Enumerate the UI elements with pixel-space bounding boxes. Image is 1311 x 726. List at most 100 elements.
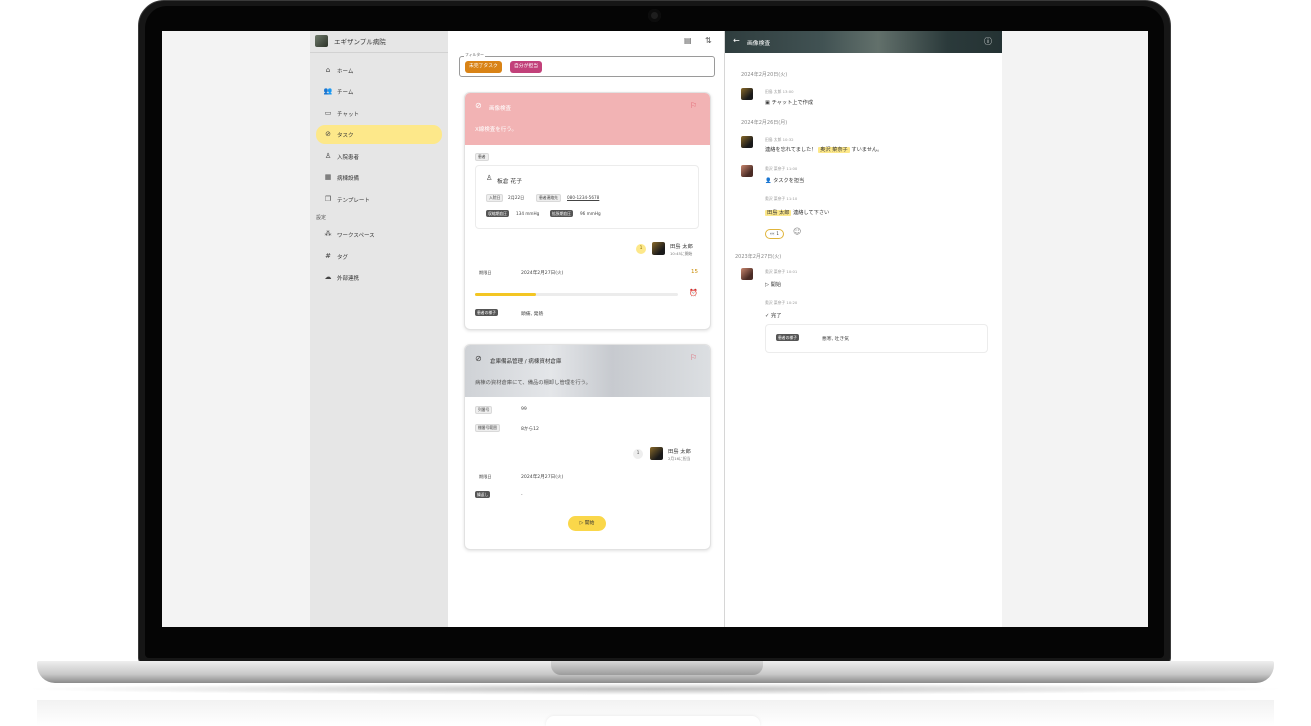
admission-value: 2月22日: [508, 195, 525, 200]
camera-icon: [648, 9, 661, 22]
sidebar-item-chat[interactable]: ▭ チャット: [316, 104, 442, 123]
settings-section-label: 設定: [316, 215, 327, 221]
sidebar-item-ward[interactable]: ▦ 病棟設備: [316, 168, 442, 187]
progress-fill: [475, 293, 536, 296]
task-card[interactable]: ⊘ 倉庫備品管理 / 病棟資材倉庫 ⚐ 病棟の資材倉庫にて、備品の棚卸し管理を行…: [464, 344, 711, 550]
sidebar-item-home[interactable]: ⌂ ホーム: [316, 61, 442, 80]
filter-legend: フィルター: [464, 52, 485, 58]
add-reaction-icon[interactable]: ☺: [793, 227, 801, 236]
message-body: 連絡して下さい: [793, 210, 830, 216]
assignee-time: 10:45に開始: [670, 251, 693, 256]
admission-label: 入院日: [486, 194, 504, 202]
sidebar-item-label: ホーム: [337, 69, 354, 75]
message-meta: 田島 太郎 10:32: [765, 137, 794, 142]
sidebar-header[interactable]: エギザンプル病院: [310, 31, 448, 53]
deadline-label: 期限日: [479, 474, 492, 479]
task-card-header: ⊘ 倉庫備品管理 / 病棟資材倉庫 ⚐ 病棟の資材倉庫にて、備品の棚卸し管理を行…: [465, 345, 710, 397]
sidebar-item-template[interactable]: ❐ テンプレート: [316, 190, 442, 209]
deadline-count: 15: [691, 269, 698, 275]
avatar[interactable]: [650, 447, 663, 460]
message-body: 連絡を忘れてました！: [765, 147, 817, 153]
sidebar-item-tag[interactable]: # タグ: [316, 247, 442, 266]
mention[interactable]: 奥沢 菜奈子: [818, 147, 850, 153]
mention[interactable]: 田島 太郎: [765, 210, 792, 216]
sidebar-item-label: タグ: [337, 255, 349, 261]
sidebar-item-integration[interactable]: ☁ 外部連携: [316, 268, 442, 287]
patient-icon: ♙: [486, 174, 493, 182]
message-meta: 田島 太郎 13:00: [765, 89, 794, 94]
info-icon[interactable]: ⓘ: [984, 36, 992, 47]
deadline-value: 2024年2月27日(火): [521, 475, 564, 480]
start-button[interactable]: ▷ 開始: [568, 516, 606, 531]
hospital-name: エギザンプル病院: [334, 38, 386, 46]
avatar[interactable]: [741, 268, 753, 280]
assignee-count-badge: 1: [636, 244, 646, 254]
sidebar-item-label: タスク: [337, 133, 354, 139]
avatar[interactable]: [741, 165, 753, 177]
message-body: 開始: [770, 282, 782, 288]
dbp-value: 96 mmHg: [580, 211, 601, 216]
task-title: 倉庫備品管理 / 病棟資材倉庫: [490, 359, 562, 365]
sidebar-item-workspace[interactable]: ⁂ ワークスペース: [316, 225, 442, 244]
repeat-value: -: [521, 492, 523, 497]
repeat-label: 繰返し: [475, 491, 491, 498]
sidebar-item-label: 病棟設備: [337, 176, 360, 182]
avatar[interactable]: [741, 88, 753, 100]
sidebar-item-label: 外部連携: [337, 276, 360, 282]
hospital-logo-icon: [315, 35, 328, 47]
contact-label: 患者連絡先: [536, 194, 561, 202]
sidebar: エギザンプル病院 ⌂ ホーム 👥 チーム ▭ チャット ⊘ タスク ♙ 入院患者…: [310, 31, 448, 627]
task-status-icon[interactable]: ⊘: [475, 354, 482, 363]
view-toggle-icon[interactable]: ▤: [684, 36, 692, 45]
sidebar-item-task[interactable]: ⊘ タスク: [316, 125, 442, 144]
sidebar-item-label: 入院患者: [337, 155, 360, 161]
sidebar-item-label: ワークスペース: [337, 233, 375, 239]
avatar[interactable]: [652, 242, 665, 255]
date-divider: 2023年2月27日(火): [735, 254, 782, 260]
filter-chip-incomplete[interactable]: 未完了タスク: [465, 61, 502, 73]
avatar[interactable]: [741, 136, 753, 148]
contact-link[interactable]: 080-1234-5678: [567, 195, 599, 200]
sidebar-item-patients[interactable]: ♙ 入院患者: [316, 147, 442, 166]
deadline-value: 2024年2月27日(火): [521, 271, 564, 276]
laptop-hinge-notch: [551, 661, 763, 675]
range-label: 棚番号範囲: [475, 424, 500, 432]
sidebar-item-team[interactable]: 👥 チーム: [316, 82, 442, 101]
filter-chip-mine[interactable]: 自分が担当: [510, 61, 542, 73]
chat-icon: ▭: [324, 109, 332, 117]
chat-header: ← 画像検査 ⓘ: [725, 31, 1003, 53]
back-arrow-icon[interactable]: ←: [733, 36, 740, 45]
patient-box[interactable]: ♙ 板倉 花子 入院日 2月22日 患者連絡先 080-1234-5678 収縮…: [475, 165, 699, 229]
sbp-label: 収縮期血圧: [486, 210, 509, 217]
task-icon: ⊘: [325, 130, 331, 138]
assignee-name: 田島 太郎: [670, 244, 693, 250]
filter-field[interactable]: 未完了タスク 自分が担当: [459, 56, 715, 77]
dbp-label: 拡張期血圧: [550, 210, 573, 217]
assignee-count-badge: 1: [633, 449, 643, 459]
message-meta: 奥沢 菜奈子 11:10: [765, 196, 798, 201]
patient-name: 板倉 花子: [497, 179, 523, 185]
date-divider: 2024年2月20日(火): [741, 72, 788, 78]
task-list-panel: ▤ ⇅ 未完了タスク 自分が担当 フィルター ⊘ 画像検査 ⚐ X線検査を行う。…: [448, 31, 724, 627]
task-chat-panel: ← 画像検査 ⓘ 2024年2月20日(火) 田島 太郎 13:00 ▣ チャッ…: [724, 31, 1003, 627]
message-text: 田島 太郎 連絡して下さい: [765, 209, 829, 216]
alarm-off-icon[interactable]: ⏰: [689, 289, 698, 297]
bookmark-icon[interactable]: ⚐: [690, 353, 697, 362]
task-description: X線検査を行う。: [475, 127, 517, 133]
reaction-chip[interactable]: 👀 1: [765, 229, 784, 239]
message-text: ✓ 完了: [765, 312, 781, 319]
cloud-icon: ☁: [324, 273, 332, 281]
message-meta: 奥沢 菜奈子 10:20: [765, 300, 798, 305]
message-text: 👤 タスクを担当: [765, 177, 804, 184]
sort-icon[interactable]: ⇅: [705, 36, 712, 45]
task-status-icon[interactable]: ⊘: [475, 101, 482, 110]
condition-value: 悪寒, 吐き気: [822, 337, 850, 342]
sidebar-item-label: チーム: [337, 90, 354, 96]
bookmark-icon[interactable]: ⚐: [690, 101, 697, 110]
assignee-time: 2月16に担当: [668, 456, 691, 461]
task-card[interactable]: ⊘ 画像検査 ⚐ X線検査を行う。 患者 ♙ 板倉 花子 入院日 2月22日 患…: [464, 92, 711, 330]
shelf-label: 列番号: [475, 406, 493, 414]
patient-icon: ♙: [324, 152, 332, 160]
condition-label: 患者の様子: [776, 334, 799, 341]
team-icon: 👥: [323, 87, 333, 95]
